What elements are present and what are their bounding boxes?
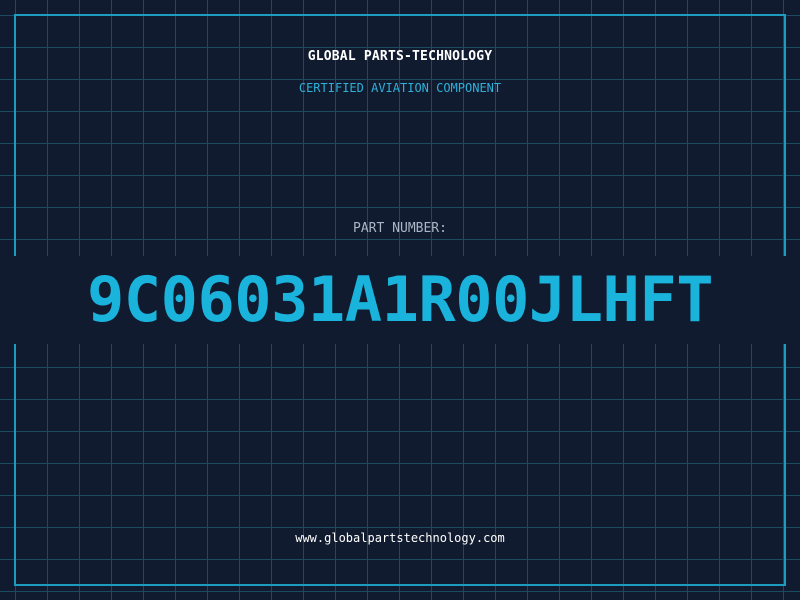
part-number-label: PART NUMBER:	[353, 221, 447, 236]
certificate-card: GLOBAL PARTS-TECHNOLOGY CERTIFIED AVIATI…	[0, 0, 800, 600]
website-url: www.globalpartstechnology.com	[295, 531, 505, 545]
certification-tagline: CERTIFIED AVIATION COMPONENT	[298, 81, 502, 95]
part-number-value: 9C06031A1R00JLHFT	[86, 263, 714, 336]
company-name: GLOBAL PARTS-TECHNOLOGY	[307, 49, 493, 64]
